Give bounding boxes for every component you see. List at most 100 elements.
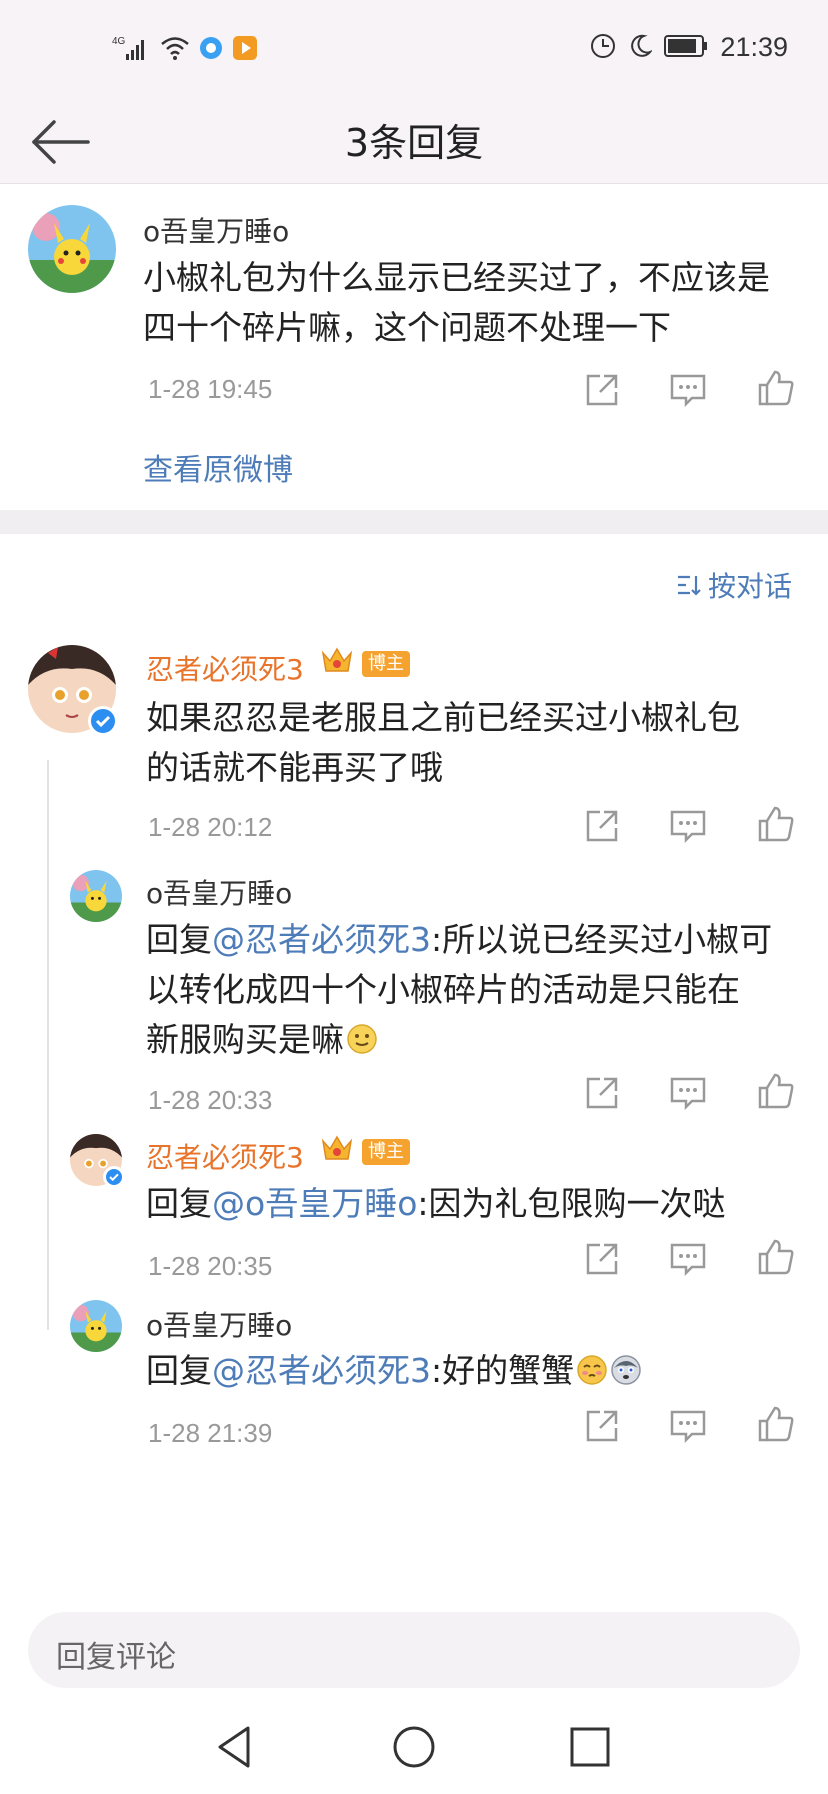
like-button[interactable] — [756, 1404, 796, 1444]
verified-check-icon — [109, 1173, 119, 1182]
reply-text-line: 如果忍忍是老服且之前已经买过小椒礼包 — [146, 698, 740, 737]
circle-home-icon — [393, 1726, 435, 1768]
reply-text-line: 的话就不能再买了哦 — [146, 748, 443, 787]
mention-link[interactable]: @o吾皇万睡o — [212, 1184, 417, 1223]
comment-icon — [670, 1410, 706, 1444]
cellular-signal-icon: 4G — [112, 34, 152, 66]
system-recents-button[interactable] — [565, 1722, 615, 1772]
thumbs-up-icon — [758, 1073, 794, 1109]
moon-icon — [628, 33, 654, 63]
reply-text: :所以说已经买过小椒可 — [431, 920, 773, 959]
share-button[interactable] — [582, 1406, 622, 1446]
comment-button[interactable] — [668, 1239, 708, 1279]
share-button[interactable] — [582, 1073, 622, 1113]
share-icon — [586, 1410, 618, 1442]
reply-prefix: 回复 — [146, 1184, 212, 1223]
avatar[interactable] — [28, 205, 116, 293]
video-app-icon — [232, 35, 258, 65]
comment-text-line: 四十个碎片嘛，这个问题不处理一下 — [143, 308, 671, 347]
view-original-weibo-link[interactable]: 查看原微博 — [143, 445, 293, 489]
reply-text: :好的蟹蟹 — [431, 1351, 575, 1390]
like-button[interactable] — [756, 804, 796, 844]
reply-text-line: 以转化成四十个小椒碎片的活动是只能在 — [146, 970, 740, 1009]
reply-text: 新服购买是嘛 — [146, 1020, 344, 1059]
comment-text-line: 小椒礼包为什么显示已经买过了，不应该是 — [143, 258, 770, 297]
comment-button[interactable] — [668, 1073, 708, 1113]
avatar[interactable] — [70, 1300, 122, 1352]
host-badge: 博主 — [362, 1139, 410, 1165]
verified-badge — [88, 706, 118, 736]
reply-time: 1-28 20:12 — [148, 812, 273, 842]
page-title: 3条回复 — [344, 121, 484, 165]
share-button[interactable] — [582, 806, 622, 846]
sort-by-conversation-button[interactable]: 按对话 — [676, 565, 792, 605]
status-time: 21:39 — [720, 32, 788, 62]
thumbs-up-icon — [758, 1239, 794, 1275]
reply-time: 1-28 20:35 — [148, 1251, 273, 1281]
comment-icon — [670, 810, 706, 844]
triangle-back-icon — [218, 1726, 250, 1768]
comment-icon — [670, 1077, 706, 1111]
comment-username[interactable]: o吾皇万睡o — [143, 210, 289, 250]
share-button[interactable] — [582, 1239, 622, 1279]
share-icon — [586, 1243, 618, 1275]
reply-username[interactable]: o吾皇万睡o — [146, 872, 292, 912]
reply-time: 1-28 21:39 — [148, 1418, 273, 1448]
app-notification-icon — [198, 35, 224, 65]
system-home-button[interactable] — [389, 1722, 439, 1772]
crown-badge-icon — [320, 1133, 354, 1163]
like-button[interactable] — [756, 1071, 796, 1111]
system-navigation-bar — [0, 1700, 828, 1794]
comment-button[interactable] — [668, 806, 708, 846]
smile-emoji-icon — [347, 1024, 377, 1054]
mention-link[interactable]: @忍者必须死3 — [212, 920, 431, 959]
share-icon — [586, 810, 618, 842]
reply-username[interactable]: 忍者必须死3 — [146, 648, 304, 688]
sort-label: 按对话 — [707, 570, 792, 603]
comment-icon — [670, 374, 706, 408]
reply-text: :因为礼包限购一次哒 — [417, 1184, 726, 1223]
status-bar: 4G 21:39 — [0, 0, 828, 100]
reply-text-line: 回复@o吾皇万睡o:因为礼包限购一次哒 — [146, 1179, 726, 1229]
data-saver-icon — [590, 33, 616, 63]
husky-emoji-icon — [611, 1355, 641, 1385]
reply-prefix: 回复 — [146, 920, 212, 959]
crown-badge-icon — [320, 645, 354, 675]
thread-line — [47, 760, 49, 1330]
like-button[interactable] — [756, 368, 796, 408]
avatar[interactable] — [70, 870, 122, 922]
network-type: 4G — [112, 36, 126, 47]
square-recents-icon — [570, 1727, 610, 1767]
reply-prefix: 回复 — [146, 1351, 212, 1390]
wifi-icon — [160, 35, 190, 65]
comment-time: 1-28 19:45 — [148, 374, 273, 404]
thumbs-up-icon — [758, 1406, 794, 1442]
system-back-button[interactable] — [210, 1722, 260, 1772]
reply-comment-input[interactable]: 回复评论 — [28, 1612, 800, 1688]
thumbs-up-icon — [758, 806, 794, 842]
comment-icon — [670, 1243, 706, 1277]
reply-username[interactable]: o吾皇万睡o — [146, 1304, 292, 1344]
comment-button[interactable] — [668, 1406, 708, 1446]
sort-icon — [677, 575, 701, 596]
mention-link[interactable]: @忍者必须死3 — [212, 1351, 431, 1390]
section-divider — [0, 510, 828, 534]
share-icon — [586, 374, 618, 406]
verified-badge — [103, 1166, 125, 1188]
reply-text-line: 回复@忍者必须死3:所以说已经买过小椒可 — [146, 915, 772, 965]
reply-text-line: 回复@忍者必须死3:好的蟹蟹 — [146, 1346, 642, 1396]
reply-input-placeholder: 回复评论 — [56, 1640, 176, 1675]
battery-icon — [664, 34, 708, 62]
reply-username[interactable]: 忍者必须死3 — [146, 1136, 304, 1176]
share-button[interactable] — [582, 370, 622, 410]
top-navbar: 3条回复 — [0, 100, 828, 184]
host-badge: 博主 — [362, 651, 410, 677]
shy-emoji-icon — [577, 1355, 607, 1385]
share-icon — [586, 1077, 618, 1109]
verified-check-icon — [95, 715, 111, 728]
reply-time: 1-28 20:33 — [148, 1085, 273, 1115]
thumbs-up-icon — [758, 370, 794, 406]
reply-text-line: 新服购买是嘛 — [146, 1015, 378, 1065]
comment-button[interactable] — [668, 370, 708, 410]
like-button[interactable] — [756, 1237, 796, 1277]
